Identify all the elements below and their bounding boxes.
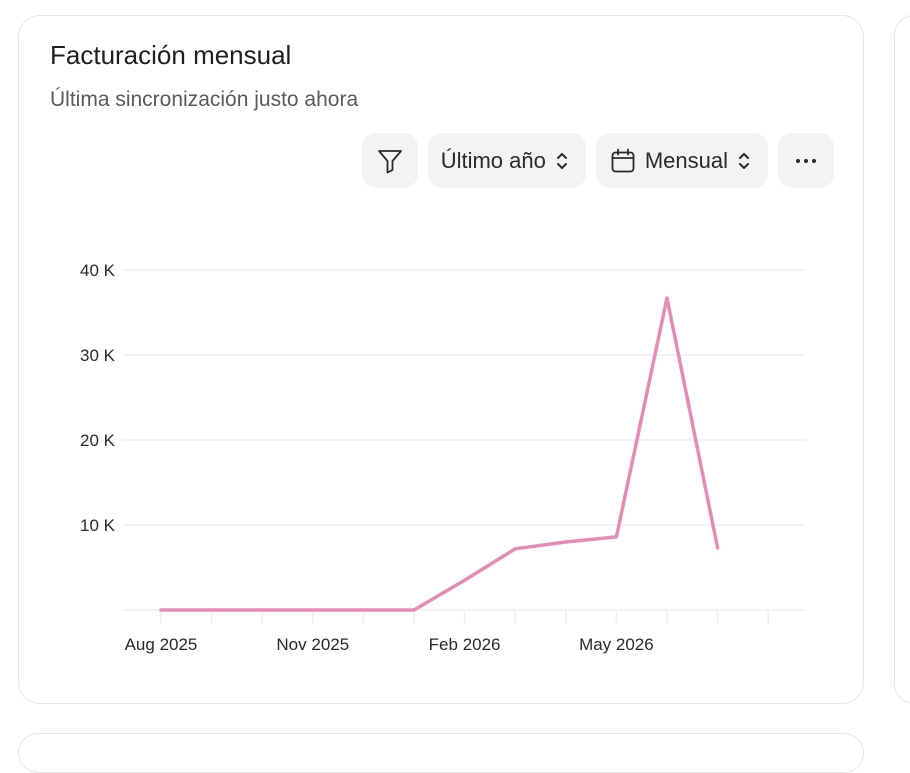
x-tick-label: Nov 2025 bbox=[276, 635, 349, 654]
y-tick-label: 20 K bbox=[80, 431, 116, 450]
adjacent-card-below bbox=[18, 733, 864, 773]
billing-card: Facturación mensual Última sincronizació… bbox=[18, 15, 864, 704]
x-tick-label: May 2026 bbox=[579, 635, 654, 654]
y-tick-label: 10 K bbox=[80, 516, 116, 535]
adjacent-card-right bbox=[894, 15, 910, 704]
y-tick-label: 30 K bbox=[80, 346, 116, 365]
series-line bbox=[159, 296, 720, 612]
billing-line-chart: 10 K 20 K 30 K 40 K Aug 2025 Nov 2025 Feb 2026… bbox=[80, 261, 805, 654]
x-tick-label: Aug 2025 bbox=[125, 635, 198, 654]
x-tick-label: Feb 2026 bbox=[429, 635, 501, 654]
y-tick-label: 40 K bbox=[80, 261, 116, 280]
